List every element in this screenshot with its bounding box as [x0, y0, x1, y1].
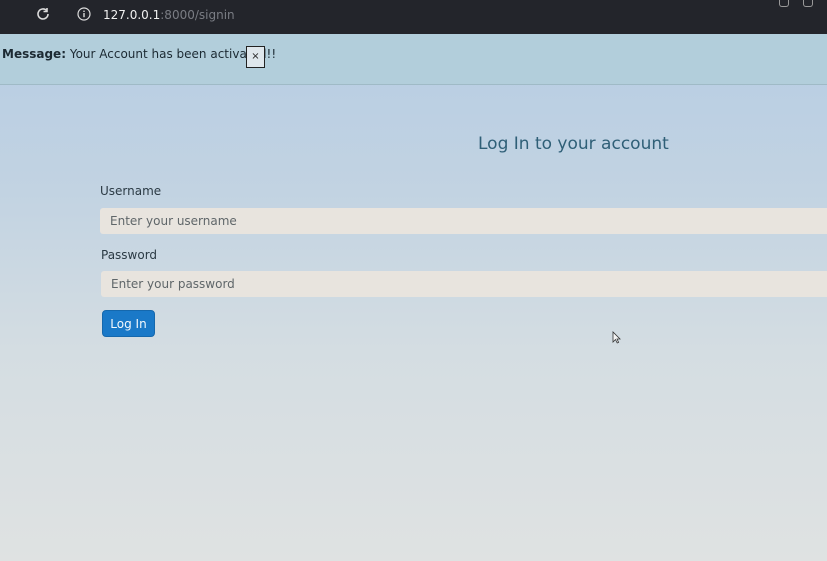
- alert-text: Message: Your Account has been activated…: [2, 47, 276, 61]
- page-content: Message: Your Account has been activated…: [0, 34, 827, 561]
- login-button[interactable]: Log In: [102, 310, 155, 337]
- alert-label: Message:: [2, 47, 66, 61]
- address-bar[interactable]: 127.0.0.1:8000/signin: [103, 8, 235, 22]
- url-host: 127.0.0.1: [103, 8, 161, 22]
- url-path: :8000/signin: [160, 8, 235, 22]
- message-alert: Message: Your Account has been activated…: [0, 34, 827, 85]
- alert-close-button[interactable]: ×: [246, 46, 265, 68]
- browser-tray: [779, 0, 813, 7]
- username-input[interactable]: [100, 208, 827, 234]
- password-label: Password: [101, 248, 158, 262]
- mouse-cursor-icon: [612, 331, 621, 344]
- screen: 127.0.0.1:8000/signin Message: Your Acco…: [0, 0, 827, 561]
- password-input[interactable]: [101, 271, 827, 297]
- extension-icon[interactable]: [803, 0, 813, 7]
- page-title: Log In to your account: [478, 134, 669, 154]
- extension-icon[interactable]: [779, 0, 789, 7]
- browser-toolbar: 127.0.0.1:8000/signin: [0, 0, 827, 34]
- username-label: Username: [100, 184, 162, 198]
- reload-icon[interactable]: [35, 6, 51, 22]
- info-icon[interactable]: [77, 7, 91, 21]
